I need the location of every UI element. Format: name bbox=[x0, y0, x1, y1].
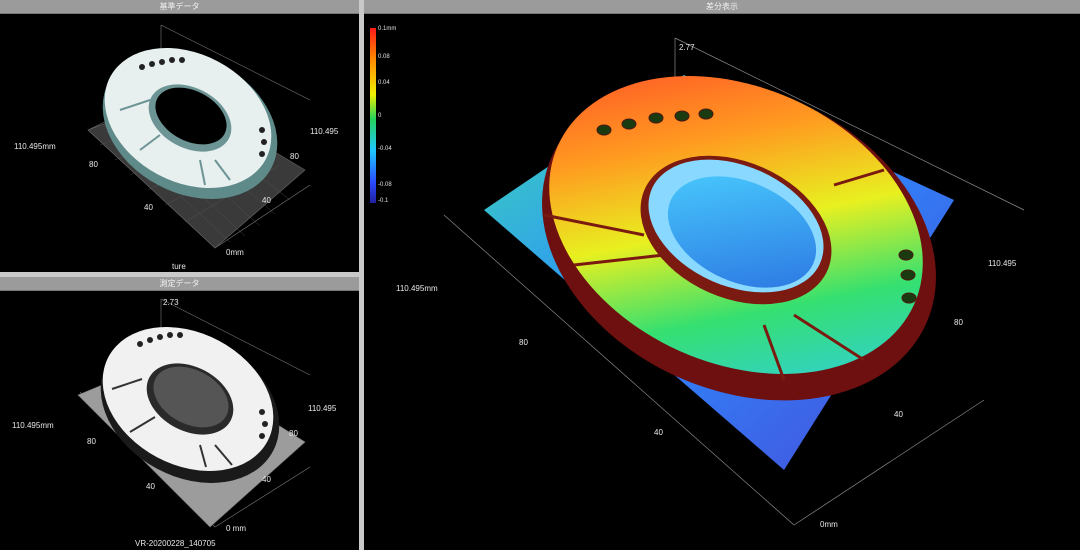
measured-tick-b0: 80 bbox=[289, 429, 298, 438]
reference-origin-label: 0mm bbox=[226, 248, 244, 257]
difference-tick-a1: 40 bbox=[654, 428, 663, 437]
difference-tick-b0: 80 bbox=[954, 318, 963, 327]
measured-tick-a0: 80 bbox=[87, 437, 96, 446]
measured-x-axis-label: 110.495mm bbox=[12, 421, 54, 430]
difference-panel: 差分表示 0.1mm 0.08 0.04 0 -0.04 -0.08 -0.1 bbox=[364, 0, 1080, 550]
reference-tick-b0: 80 bbox=[290, 152, 299, 161]
measured-tick-a1: 40 bbox=[146, 482, 155, 491]
reference-data-panel: 基準データ 110.495mm 110.495 80 40 80 40 0mm … bbox=[0, 0, 359, 272]
reference-tick-a0: 80 bbox=[89, 160, 98, 169]
measured-z-top-label: 2.73 bbox=[163, 298, 179, 307]
reference-footer: ture bbox=[172, 262, 186, 271]
difference-tick-b1: 40 bbox=[894, 410, 903, 419]
difference-z-top-label: 2.77 bbox=[679, 43, 695, 52]
measured-footer-filename: VR-20200228_140705 bbox=[135, 539, 216, 548]
difference-origin-label: 0mm bbox=[820, 520, 838, 529]
reference-tick-a1: 40 bbox=[144, 203, 153, 212]
measured-origin-label: 0 mm bbox=[226, 524, 246, 533]
difference-y-axis-label: 110.495 bbox=[988, 259, 1017, 268]
reference-3d-view[interactable] bbox=[0, 0, 359, 272]
measured-tick-b1: 40 bbox=[262, 475, 271, 484]
reference-y-axis-label: 110.495 bbox=[310, 127, 339, 136]
measured-3d-view[interactable] bbox=[0, 277, 359, 550]
difference-3d-view[interactable] bbox=[364, 0, 1080, 550]
measured-y-axis-label: 110.495 bbox=[308, 404, 337, 413]
reference-tick-b1: 40 bbox=[262, 196, 271, 205]
reference-x-axis-label: 110.495mm bbox=[14, 142, 56, 151]
measured-data-panel: 測定データ 2.73 110.495mm 110.495 80 40 80 40… bbox=[0, 277, 359, 550]
difference-tick-a0: 80 bbox=[519, 338, 528, 347]
difference-x-axis-label: 110.495mm bbox=[396, 284, 438, 293]
